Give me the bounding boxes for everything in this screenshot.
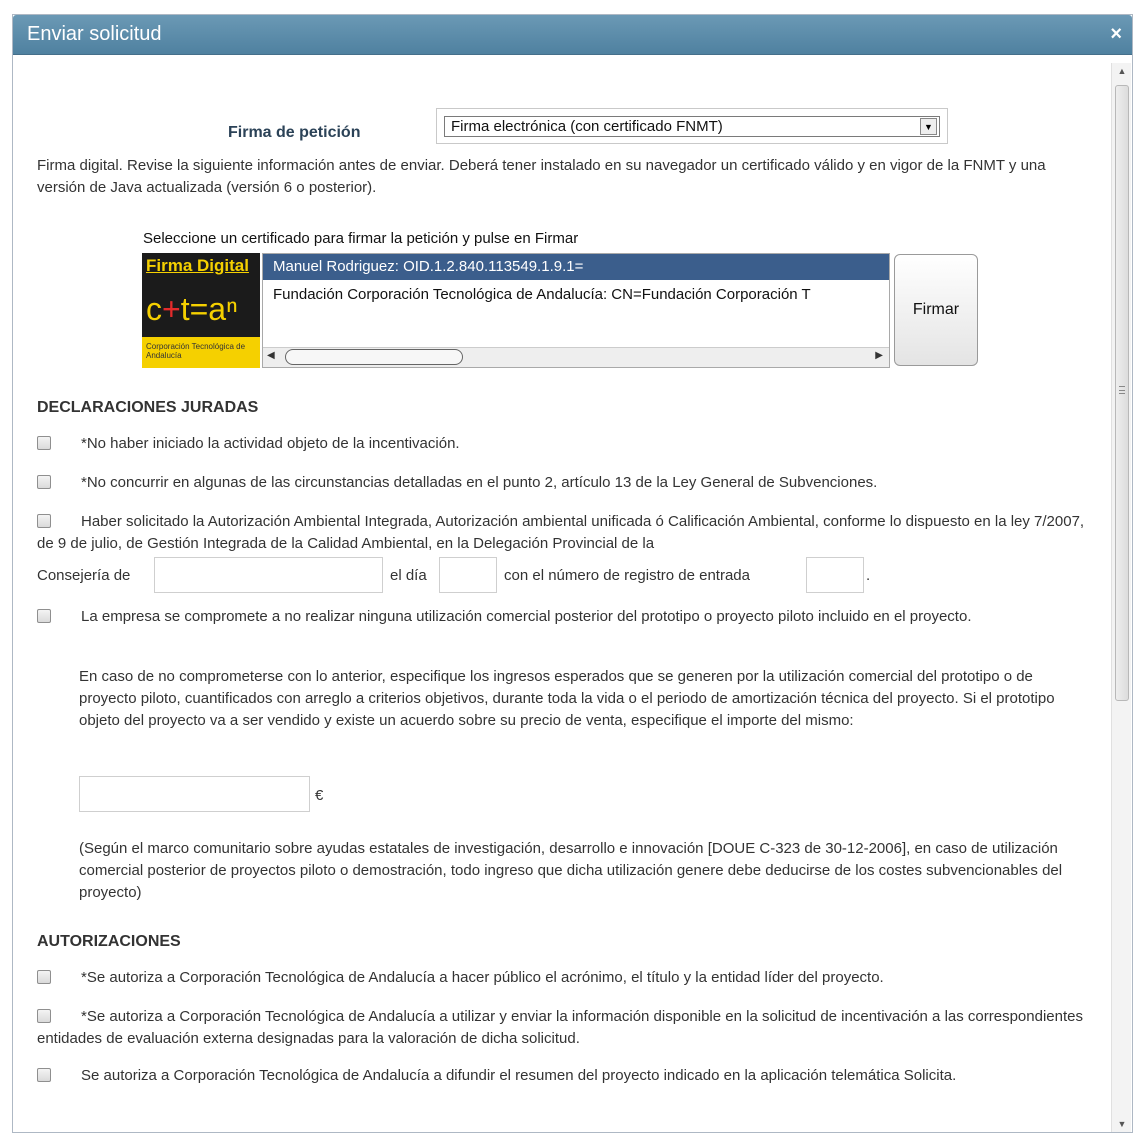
autorizacion-item-3: Se autoriza a Corporación Tecnológica de…	[37, 1065, 1087, 1087]
grip-icon	[1119, 386, 1125, 394]
consejeria-input[interactable]	[154, 557, 383, 593]
declaracion-checkbox-2[interactable]	[37, 475, 51, 489]
declaracion-item-3: Haber solicitado la Autorización Ambient…	[37, 511, 1087, 555]
scroll-thumb[interactable]	[285, 349, 463, 365]
chevron-down-icon[interactable]: ▼	[920, 118, 937, 135]
dia-input[interactable]	[439, 557, 497, 593]
autorizacion-checkbox-1[interactable]	[37, 970, 51, 984]
logo-cta-c: c	[146, 291, 162, 327]
autorizaciones-heading: AUTORIZACIONES	[37, 933, 181, 950]
declaracion-checkbox-4[interactable]	[37, 609, 51, 623]
declaracion-item-1: *No haber iniciado la actividad objeto d…	[37, 433, 1087, 455]
dialog-scrollbar[interactable]: ▲ ▼	[1111, 63, 1131, 1132]
close-icon[interactable]: ×	[1110, 23, 1122, 46]
autorizacion-text-2: *Se autoriza a Corporación Tecnológica d…	[37, 1008, 1083, 1047]
declaracion-item-4: La empresa se compromete a no realizar n…	[37, 606, 1087, 628]
autorizacion-item-1: *Se autoriza a Corporación Tecnológica d…	[37, 967, 1087, 989]
declaracion-checkbox-1[interactable]	[37, 436, 51, 450]
declaracion-text-4: La empresa se compromete a no realizar n…	[81, 608, 972, 625]
dialog-title: Enviar solicitud	[27, 23, 162, 45]
firma-digital-logo: Firma Digital c+t=aⁿ Corporación Tecnoló…	[142, 253, 260, 368]
dialog-titlebar[interactable]: Enviar solicitud ×	[13, 15, 1132, 55]
autorizacion-text-1: *Se autoriza a Corporación Tecnológica d…	[81, 969, 884, 986]
ingresos-text: En caso de no comprometerse con lo anter…	[79, 668, 1055, 729]
logo-cta: c+t=aⁿ	[146, 291, 238, 328]
firma-select[interactable]: Firma electrónica (con certificado FNMT)…	[444, 116, 940, 137]
scroll-right-icon[interactable]: ▶	[875, 350, 883, 361]
autorizacion-checkbox-3[interactable]	[37, 1068, 51, 1082]
autorizacion-checkbox-2[interactable]	[37, 1009, 51, 1023]
firma-description: Firma digital. Revise la siguiente infor…	[37, 157, 1046, 196]
certificate-item[interactable]: Fundación Corporación Tecnológica de And…	[263, 282, 889, 308]
dialog-content: Firma de petición Firma electrónica (con…	[13, 56, 1105, 1132]
declaracion-checkbox-3[interactable]	[37, 514, 51, 528]
certificate-list[interactable]: Manuel Rodriguez: OID.1.2.840.113549.1.9…	[262, 253, 890, 368]
certificate-item[interactable]: Manuel Rodriguez: OID.1.2.840.113549.1.9…	[263, 254, 889, 280]
declaracion-item-2: *No concurrir en algunas de las circunst…	[37, 472, 1087, 494]
declaracion-text-1: *No haber iniciado la actividad objeto d…	[81, 435, 460, 452]
period: .	[866, 567, 871, 584]
logo-cta-rest: t=aⁿ	[180, 291, 238, 327]
autorizacion-text-3: Se autoriza a Corporación Tecnológica de…	[81, 1067, 957, 1084]
declaraciones-heading: DECLARACIONES JURADAS	[37, 399, 259, 416]
logo-mark: c+t=aⁿ	[142, 281, 260, 337]
consejeria-label: Consejería de	[37, 567, 131, 584]
scroll-up-icon[interactable]: ▲	[1112, 63, 1132, 79]
dia-label: el día	[390, 567, 427, 584]
logo-title: Firma Digital	[142, 253, 260, 281]
scroll-left-icon[interactable]: ◀	[267, 350, 275, 361]
declaracion-text-2: *No concurrir en algunas de las circunst…	[81, 474, 878, 491]
firma-select-wrapper: Firma electrónica (con certificado FNMT)…	[436, 108, 948, 144]
marco-text: (Según el marco comunitario sobre ayudas…	[79, 840, 1063, 901]
scroll-thumb[interactable]	[1115, 85, 1129, 701]
certificate-prompt: Seleccione un certificado para firmar la…	[143, 230, 579, 247]
importe-input[interactable]	[79, 776, 310, 812]
registro-label: con el número de registro de entrada	[504, 567, 750, 584]
firma-label: Firma de petición	[228, 124, 361, 141]
firmar-button[interactable]: Firmar	[894, 254, 978, 366]
autorizacion-item-2: *Se autoriza a Corporación Tecnológica d…	[37, 1006, 1087, 1050]
enviar-solicitud-dialog: Enviar solicitud × Firma de petición Fir…	[12, 14, 1133, 1133]
declaracion-text-3: Haber solicitado la Autorización Ambient…	[37, 513, 1085, 552]
registro-input[interactable]	[806, 557, 864, 593]
logo-plus: +	[162, 291, 181, 327]
certificate-list-scrollbar[interactable]: ◀ ▶	[263, 347, 889, 367]
logo-org: Corporación Tecnológica de Andalucía	[142, 337, 260, 368]
firma-select-value: Firma electrónica (con certificado FNMT)	[451, 118, 723, 135]
scroll-down-icon[interactable]: ▼	[1112, 1116, 1132, 1132]
currency-label: €	[315, 787, 324, 804]
